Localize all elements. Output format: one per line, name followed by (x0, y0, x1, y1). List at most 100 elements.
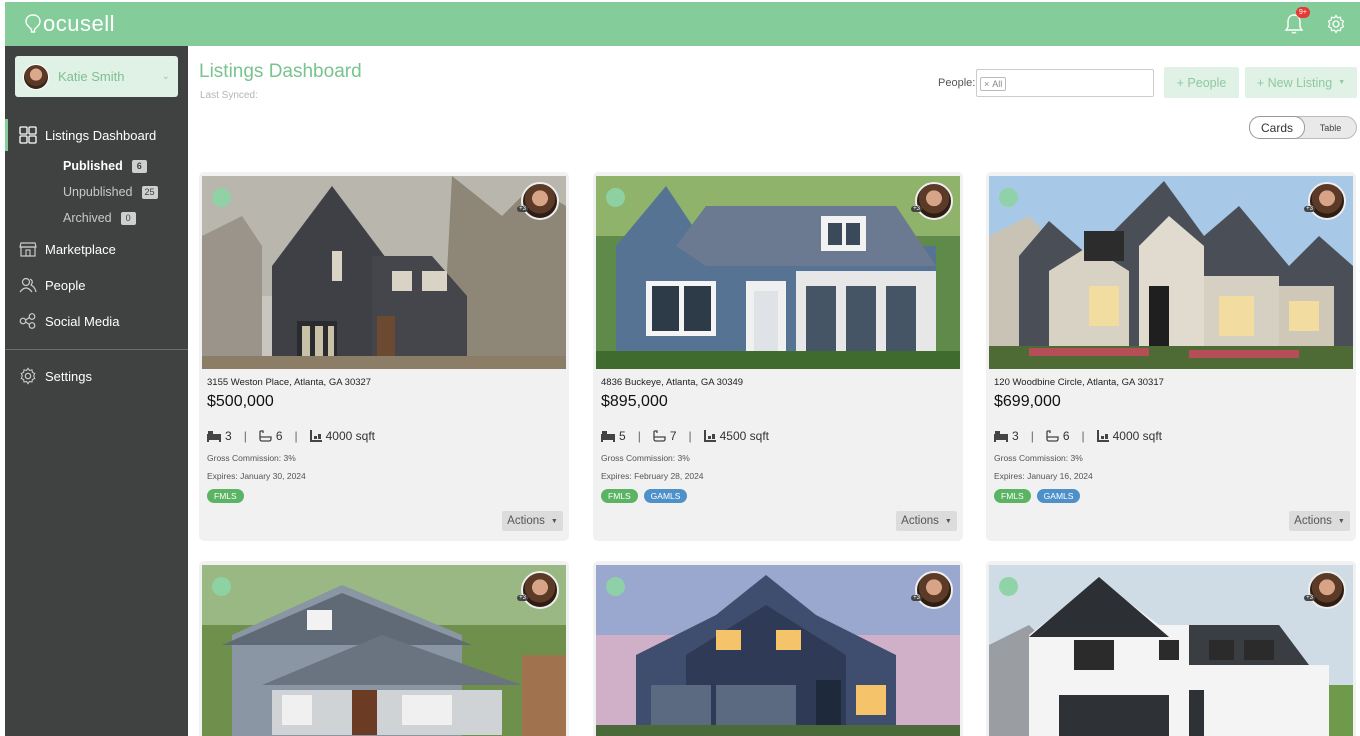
spec-separator: | (1030, 429, 1034, 443)
house-photo-image (596, 176, 960, 369)
actions-label: Actions (901, 515, 939, 527)
bath-icon (1046, 430, 1059, 442)
sidebar-item-listings-dashboard[interactable]: Listings Dashboard (5, 117, 188, 153)
people-filter-input[interactable]: × All (976, 69, 1154, 97)
sidebar-item-label: Marketplace (45, 241, 116, 257)
sidebar-item-marketplace[interactable]: Marketplace (5, 231, 188, 267)
listing-photo[interactable]: +3 (596, 176, 960, 369)
status-dot (999, 577, 1018, 596)
listing-photo[interactable]: +3 (989, 565, 1353, 736)
agent-avatar[interactable] (521, 182, 559, 220)
chevron-down-icon: ⌄ (161, 71, 170, 82)
actions-button[interactable]: Actions ▼ (502, 511, 563, 531)
last-synced-label: Last Synced: (200, 90, 258, 101)
sqft-value: 4500 sqft (719, 429, 769, 443)
sidebar-item-people[interactable]: People (5, 267, 188, 303)
expiration-date: Expires: February 28, 2024 (601, 471, 704, 481)
house-photo-image (202, 565, 566, 736)
main-content: Listings Dashboard Last Synced: People: … (188, 46, 1360, 736)
filter-tag-all[interactable]: × All (980, 77, 1007, 91)
agent-avatar[interactable] (521, 571, 559, 609)
sidebar: Katie Smith ⌄ Listings Dashboard Publish… (5, 46, 188, 736)
listing-card[interactable]: +3 4836 Buckeye, Atlanta, GA 30349 $895,… (593, 172, 963, 541)
mls-tag-gamls: GAMLS (643, 489, 688, 503)
view-toggle-cards[interactable]: Cards (1249, 116, 1305, 139)
mls-tags: FMLS (207, 489, 244, 503)
listing-card[interactable]: +3 (986, 561, 1356, 736)
agent-count-badge: +3 (517, 595, 528, 601)
status-dot (212, 577, 231, 596)
listing-card[interactable]: +3 3155 Weston Place, Atlanta, GA 30327 … (199, 172, 569, 541)
subitem-label: Unpublished (63, 185, 133, 199)
beds-count: 3 (225, 429, 232, 443)
agent-count-badge: +3 (911, 206, 922, 212)
listing-photo[interactable]: +3 (202, 176, 566, 369)
sidebar-item-label: Social Media (45, 313, 120, 329)
mls-tag-gamls: GAMLS (1036, 489, 1081, 503)
listing-card[interactable]: +3 (593, 561, 963, 736)
sidebar-subitem-archived[interactable]: Archived 0 (5, 205, 188, 231)
beds-count: 3 (1012, 429, 1019, 443)
gross-commission: Gross Commission: 3% (601, 453, 690, 463)
baths-count: 6 (275, 429, 283, 443)
actions-button[interactable]: Actions ▼ (896, 511, 957, 531)
caret-down-icon: ▼ (550, 517, 558, 525)
logo[interactable]: ocusell (25, 11, 115, 37)
expiration-date: Expires: January 16, 2024 (994, 471, 1093, 481)
agent-count-badge: +3 (517, 206, 528, 212)
spec-separator: | (688, 429, 692, 443)
avatar (23, 63, 49, 90)
listing-card[interactable]: +3 120 Woodbine Circle, Atlanta, GA 3031… (986, 172, 1356, 541)
status-dot (606, 188, 625, 207)
view-toggle[interactable]: Cards Table (1249, 116, 1357, 139)
close-icon[interactable]: × (984, 79, 989, 89)
listing-photo[interactable]: +3 (202, 565, 566, 736)
bath-icon (259, 430, 272, 442)
notifications-button[interactable]: 9+ (1284, 7, 1310, 35)
app-frame: ocusell 9+ Katie Smith ⌄ Listings Dashbo… (0, 0, 1360, 736)
area-icon (1096, 430, 1109, 442)
sqft-value: 4000 sqft (1112, 429, 1162, 443)
logo-text: ocusell (43, 11, 115, 36)
listing-specs: 3 | 6 | 4000 sqft (207, 429, 375, 443)
notification-badge: 9+ (1296, 7, 1310, 18)
gear-icon[interactable] (1326, 14, 1346, 34)
new-listing-button[interactable]: + New Listing ▼ (1245, 67, 1357, 98)
listing-photo[interactable]: +3 (596, 565, 960, 736)
mls-tag-fmls: FMLS (601, 489, 638, 503)
sidebar-subitem-published[interactable]: Published 6 (5, 153, 188, 179)
user-selector[interactable]: Katie Smith ⌄ (15, 56, 178, 97)
listing-card[interactable]: +3 (199, 561, 569, 736)
caret-down-icon: ▼ (1338, 79, 1346, 86)
logo-pin-icon (25, 14, 41, 33)
listing-price: $895,000 (601, 393, 668, 410)
agent-avatar[interactable] (915, 571, 953, 609)
agent-avatar[interactable] (1308, 571, 1346, 609)
count-badge: 6 (131, 159, 147, 173)
page-title: Listings Dashboard (199, 61, 362, 82)
mls-tag-fmls: FMLS (994, 489, 1031, 503)
agent-avatar[interactable] (1308, 182, 1346, 220)
bed-icon (994, 430, 1008, 442)
sqft-value: 4000 sqft (325, 429, 375, 443)
sidebar-subitem-unpublished[interactable]: Unpublished 25 (5, 179, 188, 205)
actions-button[interactable]: Actions ▼ (1289, 511, 1350, 531)
add-people-button[interactable]: + People (1164, 67, 1239, 98)
user-name: Katie Smith (58, 69, 125, 84)
count-badge: 0 (120, 211, 136, 225)
filter-tag-label: All (992, 79, 1003, 89)
house-photo-image (596, 565, 960, 736)
listing-address: 120 Woodbine Circle, Atlanta, GA 30317 (994, 377, 1164, 388)
agent-avatar[interactable] (915, 182, 953, 220)
sidebar-item-social-media[interactable]: Social Media (5, 303, 188, 339)
agent-count-badge: +3 (911, 595, 922, 601)
mls-tags: FMLS GAMLS (601, 489, 688, 503)
sidebar-item-settings[interactable]: Settings (5, 358, 188, 394)
actions-label: Actions (1294, 515, 1332, 527)
mls-tag-fmls: FMLS (207, 489, 244, 503)
listing-photo[interactable]: +3 (989, 176, 1353, 369)
view-toggle-table[interactable]: Table (1305, 123, 1356, 133)
house-photo-image (202, 176, 566, 369)
subitem-label: Archived (63, 211, 112, 225)
bed-icon (207, 430, 221, 442)
